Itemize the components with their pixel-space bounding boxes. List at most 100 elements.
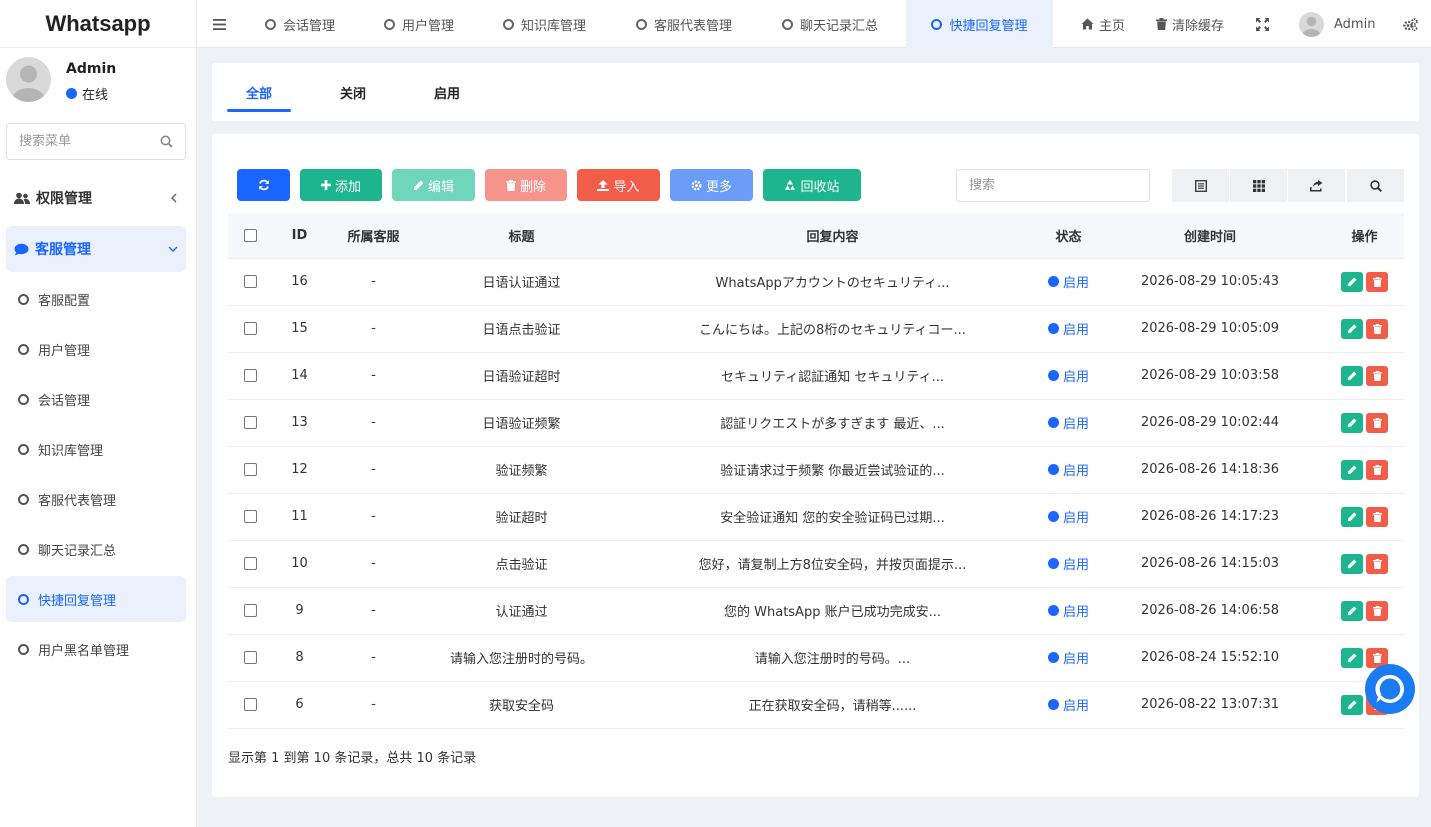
columns-button[interactable] <box>1230 169 1287 202</box>
edit-button[interactable]: 编辑 <box>392 169 475 201</box>
status-badge[interactable]: 启用 <box>1047 507 1089 526</box>
cell-content: 安全验证通知 您的安全验证码已过期... <box>623 492 1042 540</box>
status-badge[interactable]: 启用 <box>1047 601 1089 620</box>
row-edit-button[interactable] <box>1341 365 1363 386</box>
table-row: 9- 认证通过 您的 WhatsApp 账户已成功完成安... 启用 2026-08-2… <box>228 586 1404 634</box>
toggle-view-button[interactable] <box>1172 169 1229 202</box>
delete-button[interactable]: 删除 <box>485 169 567 201</box>
table-search-input[interactable] <box>956 169 1150 202</box>
row-checkbox[interactable] <box>243 557 257 570</box>
home-link[interactable]: 主页 <box>1081 0 1125 48</box>
filter-tab-all[interactable]: 全部 <box>227 63 291 121</box>
tab-quick-replies[interactable]: 快捷回复管理 <box>906 0 1053 48</box>
import-button[interactable]: 导入 <box>577 169 660 201</box>
sidebar-item-sessions[interactable]: 会话管理 <box>6 376 186 422</box>
status-badge[interactable]: 启用 <box>1047 554 1089 573</box>
cell-id: 13 <box>272 398 327 446</box>
export-button[interactable] <box>1288 169 1345 202</box>
column-header-content[interactable]: 回复内容 <box>623 213 1042 258</box>
tab-users[interactable]: 用户管理 <box>384 0 454 48</box>
cell-id: 6 <box>272 680 327 729</box>
cell-content: 您的 WhatsApp 账户已成功完成安... <box>623 586 1042 634</box>
app-logo[interactable]: Whatsapp <box>0 0 196 48</box>
cell-id: 9 <box>272 586 327 634</box>
tab-agents[interactable]: 客服代表管理 <box>636 0 732 48</box>
nav-group-customer-service[interactable]: 客服管理 <box>6 226 186 272</box>
sidebar-item-agents[interactable]: 客服代表管理 <box>6 476 186 522</box>
sidebar-item-label: 客服代表管理 <box>38 493 117 509</box>
tab-knowledge-base[interactable]: 知识库管理 <box>503 0 586 48</box>
nav-group-permission[interactable]: 权限管理 <box>6 175 186 221</box>
row-checkbox[interactable] <box>243 322 257 335</box>
row-checkbox[interactable] <box>243 510 257 523</box>
row-edit-button[interactable] <box>1341 553 1363 574</box>
row-edit-button[interactable] <box>1341 318 1363 339</box>
status-badge[interactable]: 启用 <box>1047 319 1089 338</box>
row-checkbox[interactable] <box>243 463 257 476</box>
avatar <box>1299 11 1324 37</box>
row-edit-button[interactable] <box>1341 506 1363 527</box>
tab-sessions[interactable]: 会话管理 <box>265 0 335 48</box>
sidebar-item-service-config[interactable]: 客服配置 <box>6 276 186 322</box>
search-icon[interactable] <box>160 135 173 148</box>
fullscreen-button[interactable] <box>1256 0 1274 48</box>
row-edit-button[interactable] <box>1341 694 1363 715</box>
select-all-checkbox[interactable] <box>243 228 257 242</box>
trash-icon <box>1372 417 1382 428</box>
row-delete-button[interactable] <box>1366 412 1388 433</box>
status-badge[interactable]: 启用 <box>1047 366 1089 385</box>
status-badge[interactable]: 启用 <box>1047 648 1089 667</box>
row-delete-button[interactable] <box>1366 600 1388 621</box>
chat-widget-button[interactable] <box>1365 664 1415 714</box>
row-checkbox[interactable] <box>243 698 257 711</box>
row-checkbox[interactable] <box>243 651 257 664</box>
column-header-agent[interactable]: 所属客服 <box>327 213 420 258</box>
row-edit-button[interactable] <box>1341 647 1363 668</box>
chevron-left-icon <box>170 193 178 203</box>
column-header-id[interactable]: ID <box>272 213 327 258</box>
row-checkbox[interactable] <box>243 275 257 288</box>
status-badge[interactable]: 启用 <box>1047 460 1089 479</box>
menu-search-input[interactable] <box>19 134 139 149</box>
status-badge[interactable]: 启用 <box>1047 272 1089 291</box>
row-delete-button[interactable] <box>1366 365 1388 386</box>
column-header-status[interactable]: 状态 <box>1042 213 1095 258</box>
tab-label: 快捷回复管理 <box>949 18 1028 34</box>
more-button[interactable]: 更多 <box>670 169 753 201</box>
chevron-down-icon <box>168 245 178 253</box>
tab-chat-records[interactable]: 聊天记录汇总 <box>782 0 878 48</box>
column-header-created[interactable]: 创建时间 <box>1095 213 1325 258</box>
filter-tab-enabled[interactable]: 启用 <box>415 63 479 121</box>
sidebar-item-users[interactable]: 用户管理 <box>6 326 186 372</box>
refresh-button[interactable] <box>237 169 290 201</box>
row-checkbox[interactable] <box>243 369 257 382</box>
filter-tab-closed[interactable]: 关闭 <box>321 63 385 121</box>
row-delete-button[interactable] <box>1366 553 1388 574</box>
settings-button[interactable] <box>1403 0 1423 48</box>
cell-agent: - <box>327 257 420 305</box>
row-delete-button[interactable] <box>1366 318 1388 339</box>
clear-cache-button[interactable]: 清除缓存 <box>1156 0 1224 48</box>
recycle-bin-button[interactable]: 回收站 <box>763 169 861 201</box>
sidebar-item-quick-replies[interactable]: 快捷回复管理 <box>6 576 186 622</box>
sidebar-item-knowledge-base[interactable]: 知识库管理 <box>6 426 186 472</box>
row-edit-button[interactable] <box>1341 600 1363 621</box>
add-button[interactable]: 添加 <box>300 169 382 201</box>
row-checkbox[interactable] <box>243 416 257 429</box>
row-edit-button[interactable] <box>1341 459 1363 480</box>
row-delete-button[interactable] <box>1366 459 1388 480</box>
sidebar-item-blacklist[interactable]: 用户黑名单管理 <box>6 626 186 672</box>
row-delete-button[interactable] <box>1366 271 1388 292</box>
sidebar-item-chat-records[interactable]: 聊天记录汇总 <box>6 526 186 572</box>
column-header-title[interactable]: 标题 <box>420 213 623 258</box>
row-checkbox[interactable] <box>243 604 257 617</box>
status-badge[interactable]: 启用 <box>1047 695 1089 714</box>
status-badge[interactable]: 启用 <box>1047 413 1089 432</box>
menu-toggle-button[interactable] <box>213 0 231 48</box>
admin-profile-menu[interactable]: Admin <box>1299 0 1375 48</box>
status-label: 启用 <box>1062 652 1089 667</box>
row-edit-button[interactable] <box>1341 412 1363 433</box>
advanced-search-button[interactable] <box>1347 169 1404 202</box>
row-edit-button[interactable] <box>1341 271 1363 292</box>
row-delete-button[interactable] <box>1366 506 1388 527</box>
